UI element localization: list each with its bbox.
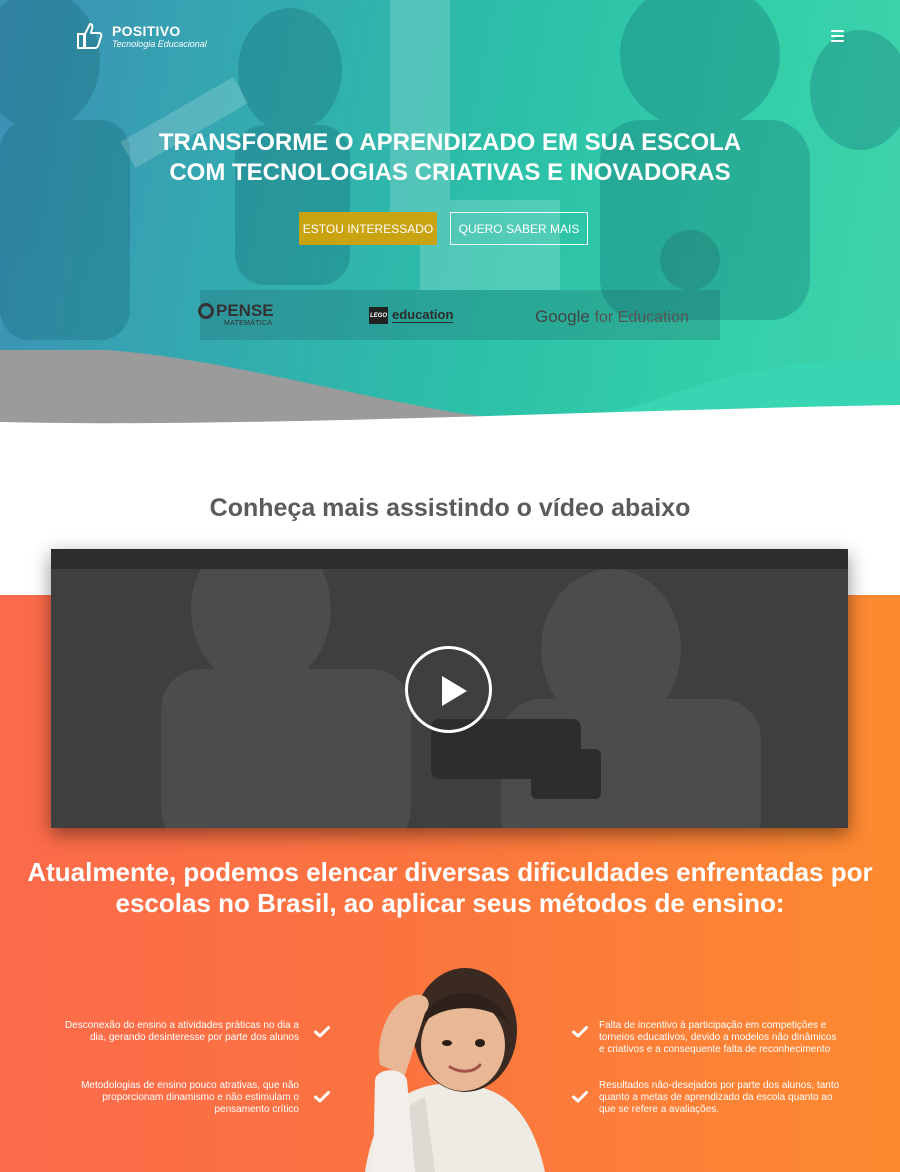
difficulties-heading: Atualmente, podemos elencar diversas dif… [0, 857, 900, 919]
checkmark-icon [314, 1026, 330, 1038]
checkmark-icon [314, 1091, 330, 1103]
thinking-girl-photo [365, 968, 545, 1172]
hero-title: TRANSFORME O APRENDIZADO EM SUA ESCOLA C… [0, 128, 900, 188]
google-for-education-logo[interactable]: Google for Education [535, 307, 689, 327]
learn-more-button[interactable]: QUERO SABER MAIS [450, 212, 588, 245]
lego-education-logo[interactable]: LEGO education [369, 307, 454, 324]
google-wordmark: Google [535, 307, 590, 326]
lego-wordmark: education [392, 307, 454, 323]
checkmark-icon [572, 1091, 588, 1103]
checkmark-icon [572, 1026, 588, 1038]
interested-button[interactable]: ESTOU INTERESSADO [299, 212, 437, 245]
difficulty-item-right-1: Falta de incentivo à participação em com… [599, 1020, 837, 1055]
pense-matematica-logo[interactable]: PENSE MATEMÁTICA [198, 301, 274, 327]
pense-wordmark: PENSE [216, 301, 274, 320]
brand-name: POSITIVO [112, 22, 181, 39]
lego-box-icon: LEGO [369, 307, 388, 324]
difficulties-heading-line1: Atualmente, podemos elencar diversas dif… [27, 857, 873, 887]
difficulty-item-left-2: Metodologias de ensino pouco atrativas, … [81, 1080, 299, 1115]
video-section-heading: Conheça mais assistindo o vídeo abaixo [209, 494, 691, 522]
hero-title-line2: COM TECNOLOGIAS CRIATIVAS E INOVADORAS [169, 159, 731, 186]
positivo-logo[interactable]: POSITIVO Tecnologia Educacional [74, 20, 207, 52]
google-for-education-text: for Education [594, 309, 689, 326]
hamburger-icon[interactable] [831, 30, 845, 42]
play-icon[interactable] [405, 646, 492, 733]
difficulties-heading-line2: escolas no Brasil, ao aplicar seus métod… [115, 888, 785, 918]
difficulty-item-left-1: Desconexão do ensino a atividades prátic… [64, 1020, 299, 1043]
brand-tagline: Tecnologia Educacional [112, 38, 207, 49]
hero-title-line1: TRANSFORME O APRENDIZADO EM SUA ESCOLA [158, 129, 742, 156]
difficulty-item-right-2: Resultados não-desejados por parte dos a… [599, 1080, 840, 1115]
landing-page: POSITIVO Tecnologia Educacional TRANSFOR… [0, 0, 900, 1172]
pense-circle-icon [198, 303, 214, 319]
hero-bottom-wave [0, 350, 900, 430]
hero-section: POSITIVO Tecnologia Educacional TRANSFOR… [0, 0, 900, 430]
pense-subtitle: MATEMÁTICA [224, 320, 273, 327]
thumbs-up-logo-icon [77, 23, 103, 49]
